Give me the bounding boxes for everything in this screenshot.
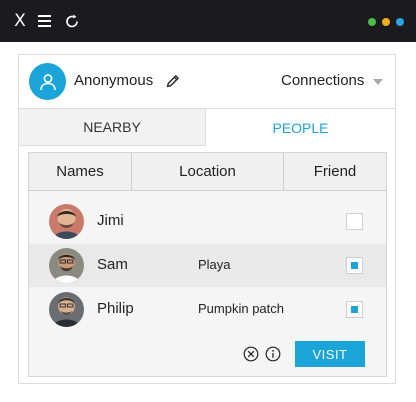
avatar (49, 248, 84, 283)
tab-people[interactable]: PEOPLE (206, 109, 395, 146)
row-location: Pumpkin patch (198, 301, 284, 316)
row-location: Playa (198, 257, 231, 272)
friend-checkbox[interactable] (346, 257, 363, 274)
row-name: Sam (97, 256, 128, 273)
table-header: Names Location Friend (29, 153, 386, 191)
edit-pencil-icon[interactable] (165, 73, 181, 89)
people-panel: Anonymous Connections NEARBY PEOPLE Name… (18, 54, 396, 384)
chevron-down-icon[interactable] (373, 79, 383, 85)
tab-bar: NEARBY PEOPLE (19, 108, 395, 146)
connections-dropdown[interactable]: Connections (281, 72, 364, 89)
tab-nearby[interactable]: NEARBY (19, 109, 206, 146)
refresh-icon[interactable] (63, 11, 81, 31)
table-row[interactable]: Sam Playa (29, 244, 386, 287)
title-bar: X (0, 0, 416, 42)
status-dot-yellow (382, 18, 390, 26)
avatar (49, 292, 84, 327)
column-header-friend[interactable]: Friend (284, 153, 386, 190)
status-dot-blue (396, 18, 404, 26)
remove-icon[interactable] (243, 346, 259, 362)
menu-icon[interactable] (36, 11, 54, 31)
username: Anonymous (74, 72, 154, 89)
table-row[interactable]: Philip Pumpkin patch (29, 288, 386, 331)
close-icon[interactable]: X (11, 11, 29, 31)
panel-header: Anonymous Connections (19, 55, 395, 107)
friend-checkbox[interactable] (346, 301, 363, 318)
user-avatar-icon[interactable] (29, 63, 66, 100)
info-icon[interactable] (265, 346, 281, 362)
visit-button[interactable]: VISIT (295, 341, 365, 367)
people-table: Names Location Friend Jimi Sam Playa Phi… (28, 152, 387, 377)
friend-checkbox[interactable] (346, 213, 363, 230)
avatar (49, 204, 84, 239)
row-name: Jimi (97, 212, 124, 229)
column-header-location[interactable]: Location (132, 153, 284, 190)
row-name: Philip (97, 300, 134, 317)
table-row[interactable]: Jimi (29, 200, 386, 243)
status-dot-green (368, 18, 376, 26)
column-header-names[interactable]: Names (29, 153, 132, 190)
